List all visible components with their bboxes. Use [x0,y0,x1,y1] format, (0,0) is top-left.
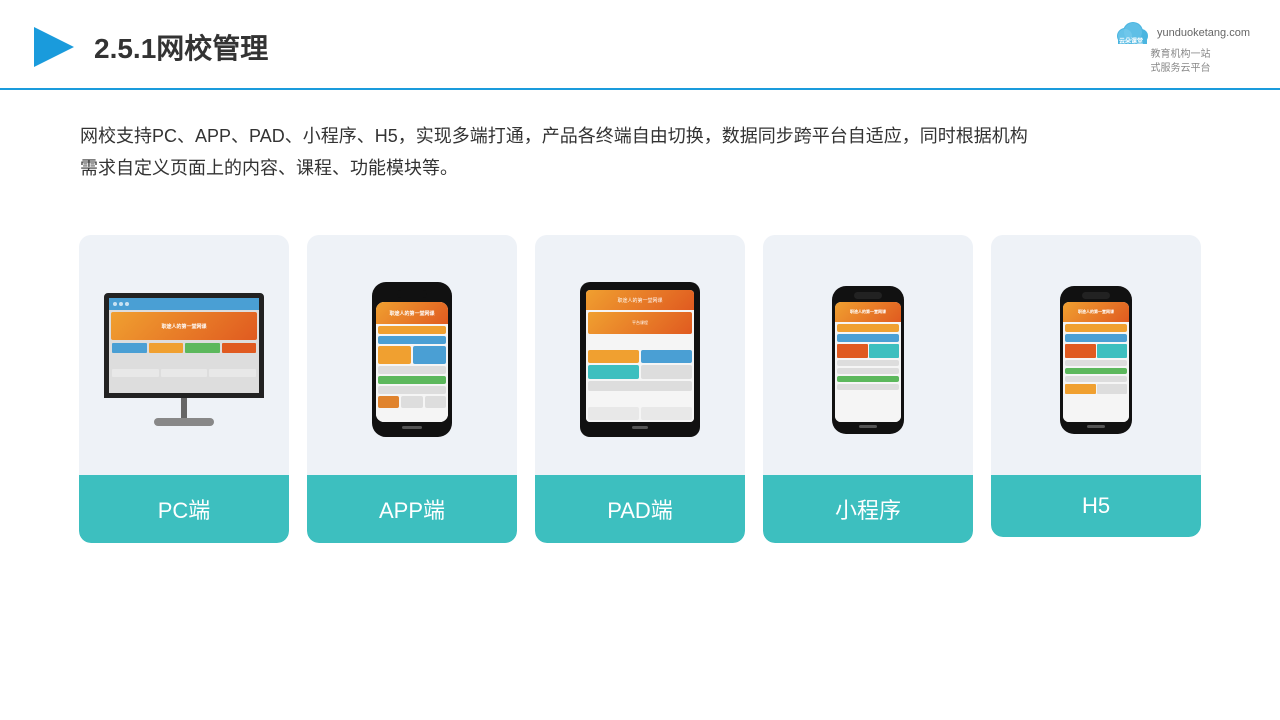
card-pad-label: PAD端 [535,475,745,543]
card-h5-label: H5 [991,475,1201,537]
page-header: 2.5.1网校管理 云朵课堂 yunduoketang.com 教育机构一站式服… [0,0,1280,90]
cards-container: 职途人的第一堂网课 [0,205,1280,543]
description-line1: 网校支持PC、APP、PAD、小程序、H5，实现多端打通，产品各终端自由切换，数… [80,120,1200,152]
h5-notch [1082,292,1110,299]
play-icon [30,23,78,71]
tablet-mockup: 职途人的第一堂网课 平台课程 [580,282,700,437]
card-app-label: APP端 [307,475,517,543]
card-pc-image: 职途人的第一堂网课 [79,235,289,475]
cloud-icon: 云朵课堂 [1111,18,1151,48]
card-mini-label: 小程序 [763,475,973,543]
card-app: 职途人的第一堂网课 [307,235,517,543]
logo-url: yunduoketang.com [1157,27,1250,39]
mini-phone-mockup: 职途人的第一堂网课 [832,286,904,434]
header-left: 2.5.1网校管理 [30,23,268,71]
monitor-mockup: 职途人的第一堂网课 [104,293,264,426]
monitor-screen: 职途人的第一堂网课 [104,293,264,398]
card-pad: 职途人的第一堂网课 平台课程 [535,235,745,543]
description-text: 网校支持PC、APP、PAD、小程序、H5，实现多端打通，产品各终端自由切换，数… [0,90,1280,195]
card-app-image: 职途人的第一堂网课 [307,235,517,475]
card-pc: 职途人的第一堂网课 [79,235,289,543]
logo-area: 云朵课堂 yunduoketang.com 教育机构一站式服务云平台 [1111,18,1250,76]
h5-phone-mockup: 职途人的第一堂网课 [1060,286,1132,434]
card-mini-image: 职途人的第一堂网课 [763,235,973,475]
card-pad-image: 职途人的第一堂网课 平台课程 [535,235,745,475]
phone-screen: 职途人的第一堂网课 [376,302,448,422]
card-mini: 职途人的第一堂网课 [763,235,973,543]
svg-text:云朵课堂: 云朵课堂 [1119,37,1143,45]
logo-cloud: 云朵课堂 yunduoketang.com [1111,18,1250,48]
tablet-screen: 职途人的第一堂网课 平台课程 [586,290,694,422]
logo-subtitle: 教育机构一站式服务云平台 [1151,48,1211,76]
page-title: 2.5.1网校管理 [94,27,268,67]
mini-screen: 职途人的第一堂网课 [835,302,901,422]
logo-text-block: yunduoketang.com [1157,27,1250,39]
h5-screen: 职途人的第一堂网课 [1063,302,1129,422]
mini-notch [854,292,882,299]
description-line2: 需求自定义页面上的内容、课程、功能模块等。 [80,152,1200,184]
phone-mockup-app: 职途人的第一堂网课 [372,282,452,437]
card-h5-image: 职途人的第一堂网课 [991,235,1201,475]
card-h5: 职途人的第一堂网课 [991,235,1201,537]
phone-notch [397,290,427,298]
card-pc-label: PC端 [79,475,289,543]
